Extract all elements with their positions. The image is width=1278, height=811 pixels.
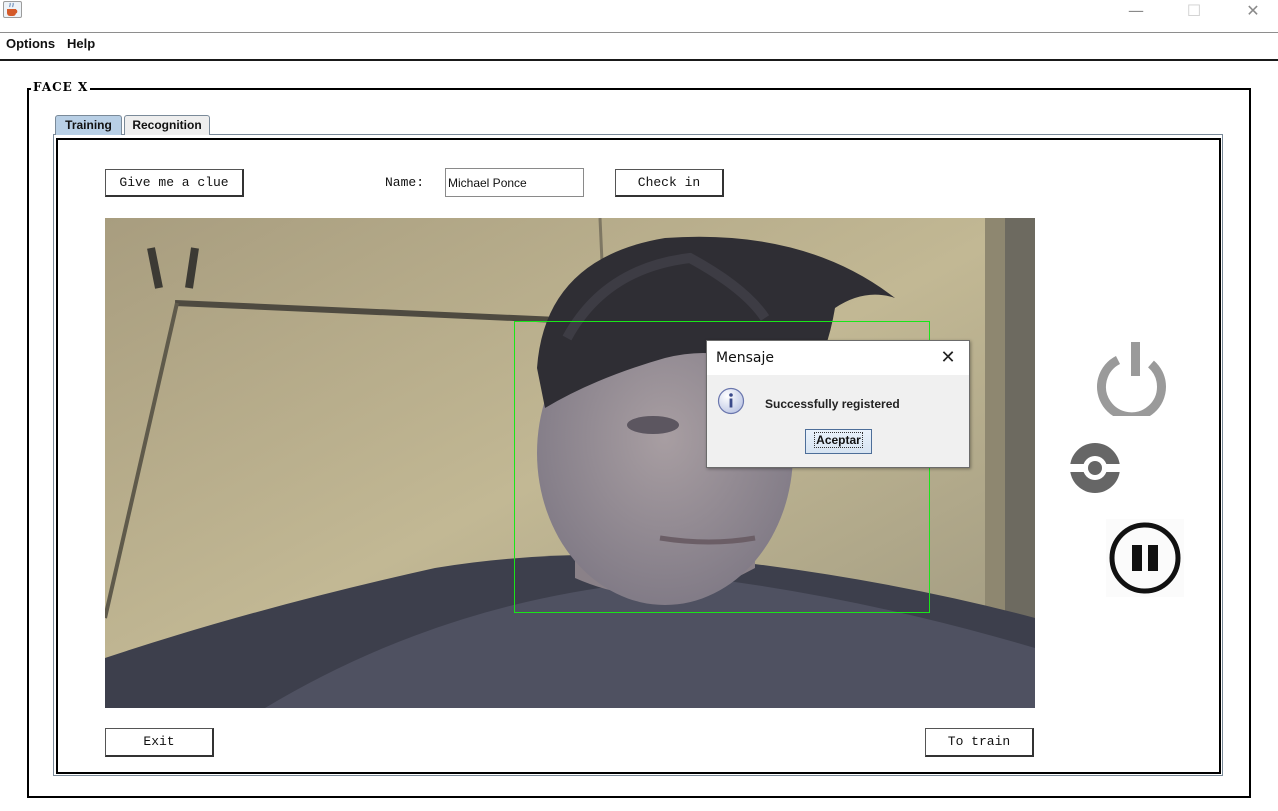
menu-bar-separator (0, 59, 1278, 61)
message-dialog: Mensaje ✕ Successfully registered Acepta… (706, 340, 970, 468)
pause-icon[interactable] (1106, 519, 1184, 597)
tab-training[interactable]: Training (55, 115, 122, 135)
dialog-message: Successfully registered (765, 397, 900, 411)
name-label: Name: (385, 175, 425, 190)
dialog-ok-label: Aceptar (814, 432, 863, 448)
power-icon[interactable] (1096, 340, 1172, 422)
close-window-button[interactable]: ✕ (1224, 0, 1278, 22)
maximize-button[interactable]: ☐ (1165, 0, 1223, 22)
to-train-button[interactable]: To train (925, 728, 1034, 757)
java-app-icon (3, 1, 22, 18)
minimize-button[interactable]: — (1107, 0, 1165, 22)
exit-button[interactable]: Exit (105, 728, 214, 757)
dialog-title: Mensaje (716, 350, 774, 366)
info-icon (717, 387, 745, 415)
capture-icon[interactable] (1068, 441, 1122, 495)
dialog-close-button[interactable]: ✕ (935, 345, 961, 371)
panel-title: FACE X (31, 80, 91, 94)
dialog-ok-button[interactable]: Aceptar (805, 429, 872, 454)
give-clue-button[interactable]: Give me a clue (105, 169, 244, 197)
menu-help[interactable]: Help (67, 36, 95, 51)
title-bar-separator (0, 32, 1278, 33)
check-in-button[interactable]: Check in (615, 169, 724, 197)
menu-options[interactable]: Options (6, 36, 55, 51)
name-input[interactable]: Michael Ponce (445, 168, 584, 197)
tab-recognition[interactable]: Recognition (124, 115, 210, 135)
